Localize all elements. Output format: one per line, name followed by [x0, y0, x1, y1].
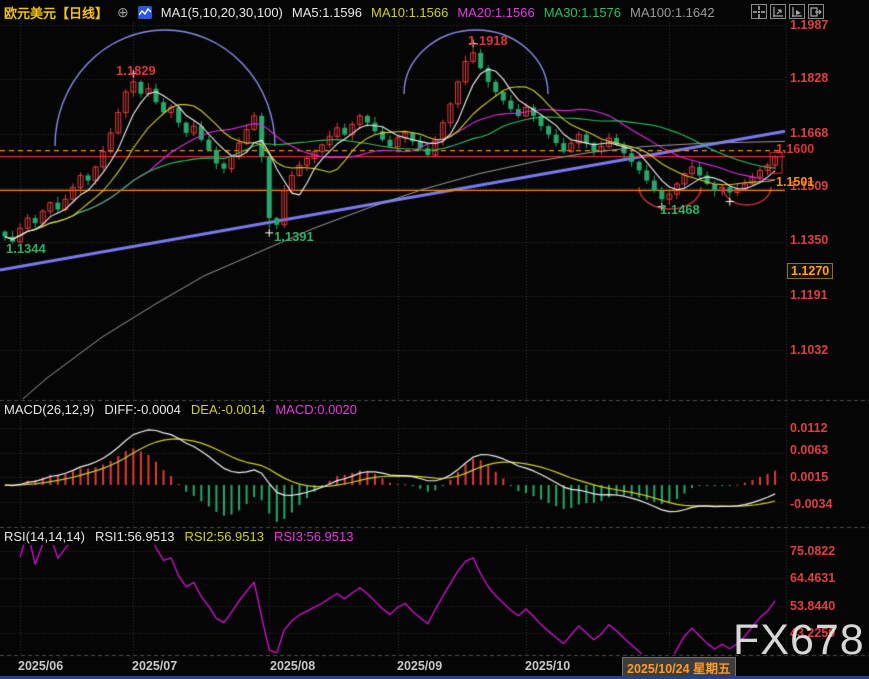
rsi-axis-tick: 53.8440	[790, 599, 835, 613]
axis-pan-icon[interactable]	[789, 4, 805, 19]
rsi1-value: RSI1:56.9513	[95, 529, 175, 544]
resistance-line-label: 1.1600	[776, 142, 814, 156]
macd-axis-tick: 0.0063	[790, 443, 828, 457]
crosshair-tool-icon[interactable]	[751, 4, 767, 19]
chart-type-icon[interactable]	[138, 6, 152, 19]
price-axis-tick: 1.1350	[790, 233, 828, 247]
time-axis-tick: 2025/06	[18, 659, 63, 673]
ma30-value: MA30:1.1576	[544, 5, 621, 20]
current-date-badge: 2025/10/24 星期五	[622, 657, 736, 678]
time-axis-tick: 2025/09	[397, 659, 442, 673]
price-axis-tick: 1.1668	[790, 126, 828, 140]
export-icon[interactable]	[808, 4, 824, 19]
ma20-value: MA20:1.1566	[457, 5, 534, 20]
rsi2-value: RSI2:56.9513	[184, 529, 264, 544]
macd-axis-tick: 0.0015	[790, 470, 828, 484]
price-marker-badge: 1.1270	[787, 263, 833, 279]
macd-axis-tick: 0.0112	[790, 421, 828, 435]
rsi3-value: RSI3:56.9513	[274, 529, 354, 544]
rsi-axis-tick: 64.4631	[790, 571, 835, 585]
axis-zoom-icon[interactable]	[770, 4, 786, 19]
time-axis-tick: 2025/08	[270, 659, 315, 673]
chart-app-window: 欧元美元【日线】 ⊕ MA1(5,10,20,30,100) MA5:1.159…	[0, 0, 869, 679]
ma100-value: MA100:1.1642	[630, 5, 715, 20]
price-axis-tick: 1.1032	[790, 343, 828, 357]
swing-high-label: 1.1829	[116, 63, 156, 78]
swing-low-label: 1.1344	[6, 241, 46, 256]
macd-dea-value: DEA:-0.0014	[191, 402, 265, 417]
watermark: FX678	[733, 616, 865, 665]
ma10-value: MA10:1.1566	[371, 5, 448, 20]
swing-high-label: 1.1918	[468, 33, 508, 48]
support-line-label: 1.1501	[776, 175, 814, 189]
chart-toolbar	[751, 4, 824, 19]
chart-header: 欧元美元【日线】 ⊕ MA1(5,10,20,30,100) MA5:1.159…	[4, 3, 715, 21]
macd-diff-value: DIFF:-0.0004	[104, 402, 181, 417]
macd-axis-tick: -0.0034	[790, 497, 832, 511]
add-indicator-icon[interactable]: ⊕	[117, 4, 129, 21]
ma-settings-label: MA1(5,10,20,30,100)	[161, 5, 283, 20]
time-axis-tick: 2025/07	[132, 659, 177, 673]
macd-header: MACD(26,12,9) DIFF:-0.0004 DEA:-0.0014 M…	[4, 401, 357, 417]
swing-low-label: 1.1391	[274, 229, 314, 244]
symbol-title: 欧元美元【日线】	[4, 3, 108, 22]
chart-canvas[interactable]	[0, 0, 869, 679]
rsi-header: RSI(14,14,14) RSI1:56.9513 RSI2:56.9513 …	[4, 528, 353, 544]
ma5-value: MA5:1.1596	[292, 5, 362, 20]
price-axis-tick: 1.1191	[790, 288, 828, 302]
macd-settings-label: MACD(26,12,9)	[4, 402, 94, 417]
rsi-settings-label: RSI(14,14,14)	[4, 529, 85, 544]
rsi-axis-tick: 75.0822	[790, 544, 835, 558]
price-axis-tick: 1.1828	[790, 71, 828, 85]
macd-macd-value: MACD:0.0020	[275, 402, 357, 417]
price-axis-tick: 1.1987	[790, 18, 828, 32]
swing-low-label: 1.1468	[660, 202, 700, 217]
time-axis-tick: 2025/10	[525, 659, 570, 673]
